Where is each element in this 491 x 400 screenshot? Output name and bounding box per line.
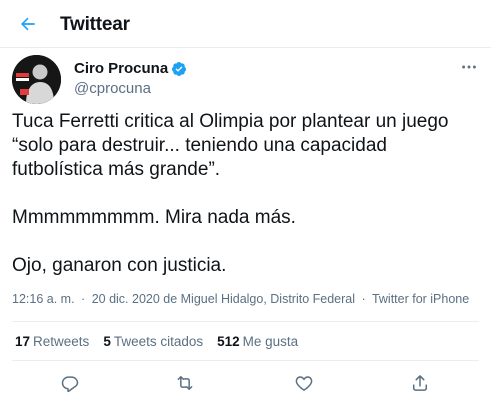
likes-count: 512 <box>217 334 240 349</box>
retweets-label: Retweets <box>33 334 90 349</box>
more-options-button[interactable] <box>459 57 479 77</box>
tweet-line: futbolística más grande”. <box>12 159 221 180</box>
tweet-line: Ojo, ganaron con justicia. <box>12 255 227 276</box>
meta-separator: · <box>81 292 86 306</box>
tweet-stats: 17 Retweets 5 Tweets citados 512 Me gusta <box>15 334 312 349</box>
tweet-author: Ciro Procuna @cprocuna <box>12 55 479 107</box>
more-icon <box>462 65 476 69</box>
author-name[interactable]: Ciro Procuna <box>74 60 168 77</box>
tweet-line: Mmmmmmmmm. Mira nada más. <box>12 207 296 228</box>
header-bar: Twittear <box>0 0 491 48</box>
verified-icon <box>172 61 187 76</box>
likes-label: Me gusta <box>242 334 299 349</box>
share-icon <box>413 375 427 391</box>
retweets-count: 17 <box>15 334 31 349</box>
author-name-row: Ciro Procuna <box>74 60 187 77</box>
tweet-actions <box>0 369 491 397</box>
like-button[interactable] <box>290 369 318 397</box>
like-icon <box>295 376 313 391</box>
page-title: Twittear <box>60 14 130 35</box>
retweet-button[interactable] <box>171 369 199 397</box>
reply-button[interactable] <box>56 369 84 397</box>
tweet-line: “solo para destruir... teniendo una capa… <box>12 135 387 156</box>
tweet-time[interactable]: 12:16 a. m. <box>12 292 75 306</box>
meta-separator: · <box>361 292 366 306</box>
back-button[interactable] <box>10 6 46 42</box>
divider <box>12 321 479 322</box>
author-handle[interactable]: @cprocuna <box>74 80 151 97</box>
arrow-left-icon <box>21 17 35 31</box>
quotes-count: 5 <box>103 334 111 349</box>
reply-icon <box>61 376 79 393</box>
tweet-line: Tuca Ferretti critica al Olimpia por pla… <box>12 111 449 132</box>
retweets-stat[interactable]: 17 Retweets <box>15 334 89 349</box>
quotes-label: Tweets citados <box>113 334 204 349</box>
quotes-stat[interactable]: 5 Tweets citados <box>103 334 203 349</box>
avatar[interactable] <box>12 55 61 104</box>
tweet-date-location[interactable]: 20 dic. 2020 de Miguel Hidalgo, Distrito… <box>92 292 355 306</box>
tweet-text: Tuca Ferretti critica al Olimpia por pla… <box>12 110 482 278</box>
tweet-meta: 12:16 a. m. · 20 dic. 2020 de Miguel Hid… <box>12 292 482 306</box>
tweet-source[interactable]: Twitter for iPhone <box>372 292 469 306</box>
share-button[interactable] <box>406 369 434 397</box>
likes-stat[interactable]: 512 Me gusta <box>217 334 298 349</box>
avatar-image <box>12 55 61 104</box>
divider <box>12 360 479 361</box>
retweet-icon <box>177 376 193 390</box>
